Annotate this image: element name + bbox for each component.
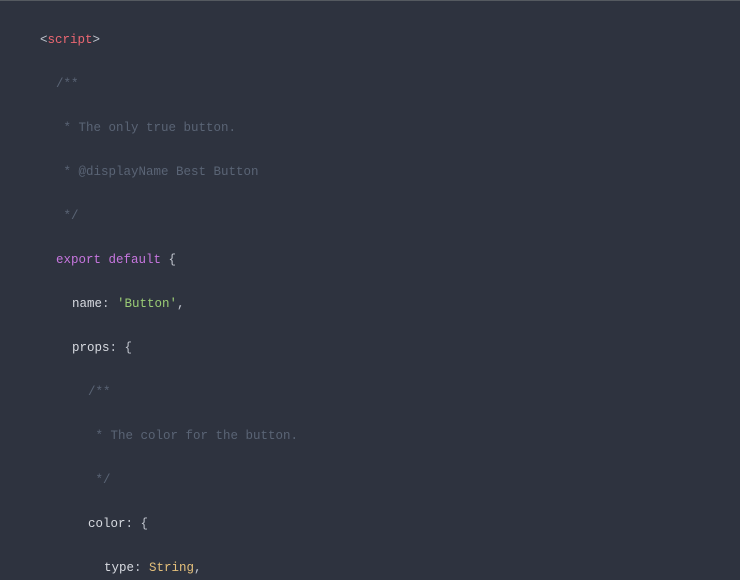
prop: props	[72, 341, 110, 355]
code-line: */	[0, 205, 740, 227]
punct: ,	[177, 297, 185, 311]
prop: type	[104, 561, 134, 575]
code-line: /**	[0, 381, 740, 403]
code-line: export default {	[0, 249, 740, 271]
code-line: * The color for the button.	[0, 425, 740, 447]
punct: {	[161, 253, 176, 267]
code-line: type: String,	[0, 557, 740, 579]
code-line: name: 'Button',	[0, 293, 740, 315]
punct: >	[93, 33, 101, 47]
code-line: props: {	[0, 337, 740, 359]
prop: name	[72, 297, 102, 311]
punct: <	[40, 33, 48, 47]
string: 'Button'	[117, 297, 177, 311]
keyword: export	[56, 253, 101, 267]
punct: :	[102, 297, 117, 311]
code-line: <script>	[0, 29, 740, 51]
code-line: /**	[0, 73, 740, 95]
punct: ,	[194, 561, 202, 575]
code-line: * The only true button.	[0, 117, 740, 139]
punct: :	[134, 561, 149, 575]
code-line: color: {	[0, 513, 740, 535]
keyword: default	[109, 253, 162, 267]
punct: : {	[126, 517, 149, 531]
tag-name: script	[48, 33, 93, 47]
punct: : {	[110, 341, 133, 355]
prop: color	[88, 517, 126, 531]
type-name: String	[149, 561, 194, 575]
code-editor[interactable]: <script> /** * The only true button. * @…	[0, 0, 740, 580]
code-line: */	[0, 469, 740, 491]
code-line: * @displayName Best Button	[0, 161, 740, 183]
